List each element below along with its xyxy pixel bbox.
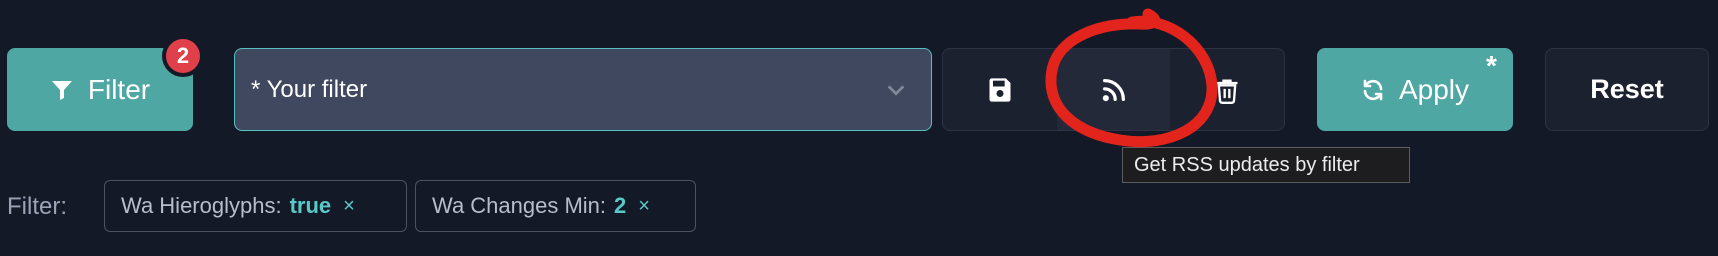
reset-button[interactable]: Reset [1545, 48, 1709, 131]
filter-count-badge: 2 [162, 35, 204, 77]
filter-chip-wa-hieroglyphs: Wa Hieroglyphs: true × [104, 180, 407, 232]
filter-button-label: Filter [87, 73, 151, 105]
filter-chip-value: true [289, 193, 332, 218]
save-filter-button[interactable] [943, 49, 1057, 130]
filter-funnel-icon [51, 80, 72, 100]
apply-button[interactable]: Apply [1317, 48, 1513, 131]
rss-feed-button[interactable] [1056, 49, 1171, 130]
rss-tooltip: Get RSS updates by filter [1122, 147, 1410, 183]
filter-chip-key: Wa Hieroglyphs: [121, 193, 282, 218]
filter-actions-group [942, 48, 1285, 131]
delete-filter-button[interactable] [1170, 49, 1284, 130]
rss-feed-icon [1102, 78, 1125, 101]
filter-select[interactable]: * Your filter [234, 48, 932, 131]
trash-icon [1216, 79, 1238, 104]
filter-chip-wa-changes-min: Wa Changes Min: 2 × [415, 180, 696, 232]
filter-toolbar-area: Filter 2 * Your filter Apply * Reset Get… [0, 0, 1718, 256]
unsaved-changes-marker: * [1486, 50, 1497, 81]
active-filters-label: Filter: [7, 193, 67, 220]
filter-chip-key: Wa Changes Min: [432, 193, 607, 218]
remove-chip-icon[interactable]: × [638, 195, 650, 218]
apply-button-label: Apply [1398, 73, 1470, 105]
remove-chip-icon[interactable]: × [343, 195, 355, 218]
refresh-icon [1363, 79, 1383, 100]
floppy-disk-icon [989, 77, 1011, 102]
filter-chip-value: 2 [614, 193, 627, 218]
filter-select-value: * Your filter [251, 75, 368, 103]
chevron-down-icon [887, 85, 905, 96]
